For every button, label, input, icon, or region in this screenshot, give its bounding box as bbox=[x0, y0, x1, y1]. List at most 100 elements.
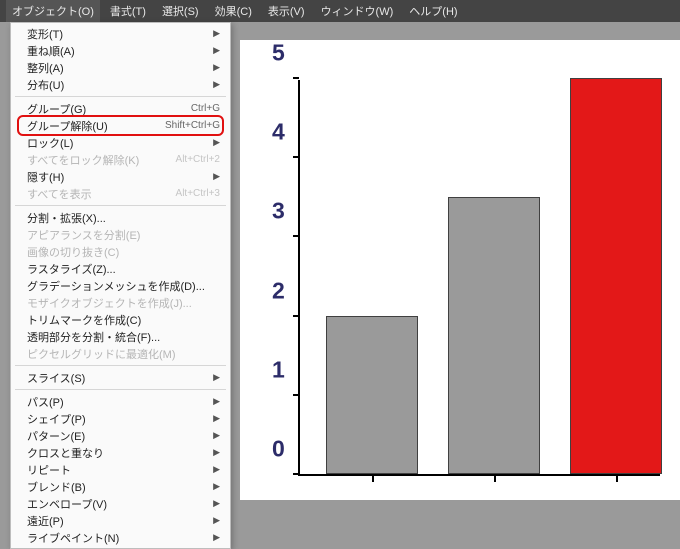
chevron-right-icon: ▶ bbox=[213, 45, 220, 56]
chevron-right-icon: ▶ bbox=[213, 447, 220, 458]
menu-item[interactable]: パターン(E) ▶ bbox=[11, 427, 230, 444]
menu-item[interactable]: 整列(A) ▶ bbox=[11, 59, 230, 76]
menu-item[interactable]: リピート ▶ bbox=[11, 461, 230, 478]
bar[interactable] bbox=[326, 316, 418, 474]
menu-item-label: 隠す(H) bbox=[27, 169, 64, 185]
menu-item-label: 遠近(P) bbox=[27, 513, 64, 529]
y-tick bbox=[293, 473, 299, 475]
menu-item-label: ライブペイント(N) bbox=[27, 530, 119, 546]
y-tick-label: 3 bbox=[272, 198, 285, 225]
menu-item-label: 分布(U) bbox=[27, 77, 64, 93]
menu-item-label: すべてを表示 bbox=[27, 186, 92, 202]
menubar-item-window[interactable]: ウィンドウ(W) bbox=[315, 0, 400, 22]
menu-item[interactable]: ラスタライズ(Z)... bbox=[11, 260, 230, 277]
y-tick-label: 4 bbox=[272, 119, 285, 146]
menu-item-label: エンベロープ(V) bbox=[27, 496, 107, 512]
menu-item-label: パターン(E) bbox=[27, 428, 85, 444]
menu-item-label: ピクセルグリッドに最適化(M) bbox=[27, 346, 176, 362]
chevron-right-icon: ▶ bbox=[213, 79, 220, 90]
menu-item-shortcut: Alt+Ctrl+2 bbox=[176, 154, 220, 165]
chevron-right-icon: ▶ bbox=[213, 28, 220, 39]
menu-item-shortcut: Ctrl+G bbox=[191, 103, 220, 114]
menu-item[interactable]: グループ解除(U) Shift+Ctrl+G bbox=[11, 117, 230, 134]
chevron-right-icon: ▶ bbox=[213, 171, 220, 182]
menu-item[interactable]: スライス(S) ▶ bbox=[11, 369, 230, 386]
menu-item-shortcut: Alt+Ctrl+3 bbox=[176, 188, 220, 199]
menu-item[interactable]: 重ね順(A) ▶ bbox=[11, 42, 230, 59]
bar[interactable] bbox=[570, 78, 662, 474]
menu-item-label: リピート bbox=[27, 462, 71, 478]
chevron-right-icon: ▶ bbox=[213, 137, 220, 148]
menu-item[interactable]: ロック(L) ▶ bbox=[11, 134, 230, 151]
object-menu-dropdown: 変形(T)▶重ね順(A)▶整列(A)▶分布(U)▶グループ(G)Ctrl+Gグル… bbox=[10, 22, 231, 549]
y-tick-label: 1 bbox=[272, 356, 285, 383]
menu-item: ピクセルグリッドに最適化(M) bbox=[11, 345, 230, 362]
menu-item[interactable]: シェイプ(P) ▶ bbox=[11, 410, 230, 427]
chevron-right-icon: ▶ bbox=[213, 532, 220, 543]
menu-item[interactable]: 透明部分を分割・統合(F)... bbox=[11, 328, 230, 345]
menu-item-label: すべてをロック解除(K) bbox=[27, 152, 139, 168]
menubar-item-view[interactable]: 表示(V) bbox=[262, 0, 311, 22]
menu-item[interactable]: パス(P)▶ bbox=[11, 393, 230, 410]
menu-item[interactable]: ブレンド(B) ▶ bbox=[11, 478, 230, 495]
menu-item-label: 変形(T) bbox=[27, 26, 63, 42]
menu-item[interactable]: ライブペイント(N) ▶ bbox=[11, 529, 230, 546]
menubar-item-select[interactable]: 選択(S) bbox=[156, 0, 205, 22]
menu-item-label: トリムマークを作成(C) bbox=[27, 312, 141, 328]
bar-chart[interactable]: 012345 bbox=[260, 80, 660, 498]
menu-item-label: 画像の切り抜き(C) bbox=[27, 244, 119, 260]
y-axis bbox=[298, 80, 300, 476]
menu-item[interactable]: エンベロープ(V)▶ bbox=[11, 495, 230, 512]
menu-item[interactable]: 隠す(H) ▶ bbox=[11, 168, 230, 185]
menu-item-label: グラデーションメッシュを作成(D)... bbox=[27, 278, 205, 294]
menu-separator bbox=[15, 365, 226, 366]
menu-item-label: 重ね順(A) bbox=[27, 43, 75, 59]
menubar: オブジェクト(O) 書式(T) 選択(S) 効果(C) 表示(V) ウィンドウ(… bbox=[0, 0, 680, 22]
y-tick-label: 5 bbox=[272, 40, 285, 67]
y-tick bbox=[293, 77, 299, 79]
menu-item: すべてをロック解除(K) Alt+Ctrl+2 bbox=[11, 151, 230, 168]
menu-item-label: グループ解除(U) bbox=[27, 118, 108, 134]
menu-item-label: ブレンド(B) bbox=[27, 479, 86, 495]
y-tick bbox=[293, 235, 299, 237]
menu-item: モザイクオブジェクトを作成(J)... bbox=[11, 294, 230, 311]
menu-item-label: 分割・拡張(X)... bbox=[27, 210, 106, 226]
chevron-right-icon: ▶ bbox=[213, 481, 220, 492]
menubar-item-effect[interactable]: 効果(C) bbox=[209, 0, 258, 22]
chevron-right-icon: ▶ bbox=[213, 372, 220, 383]
canvas-area: 012345 bbox=[240, 40, 680, 500]
chevron-right-icon: ▶ bbox=[213, 515, 220, 526]
chevron-right-icon: ▶ bbox=[213, 62, 220, 73]
x-tick bbox=[372, 474, 374, 482]
menubar-item-object[interactable]: オブジェクト(O) bbox=[6, 0, 100, 22]
menu-item-label: スライス(S) bbox=[27, 370, 85, 386]
chevron-right-icon: ▶ bbox=[213, 464, 220, 475]
menu-item[interactable]: グラデーションメッシュを作成(D)... bbox=[11, 277, 230, 294]
menu-item-label: パス(P) bbox=[27, 394, 64, 410]
x-tick bbox=[616, 474, 618, 482]
menu-item[interactable]: 変形(T) ▶ bbox=[11, 25, 230, 42]
menu-item-label: 整列(A) bbox=[27, 60, 64, 76]
chevron-right-icon: ▶ bbox=[213, 413, 220, 424]
x-tick bbox=[494, 474, 496, 482]
menubar-item-help[interactable]: ヘルプ(H) bbox=[403, 0, 463, 22]
menu-item: アピアランスを分割(E) bbox=[11, 226, 230, 243]
chevron-right-icon: ▶ bbox=[213, 430, 220, 441]
menu-item-shortcut: Shift+Ctrl+G bbox=[165, 120, 220, 131]
menu-item[interactable]: トリムマークを作成(C) bbox=[11, 311, 230, 328]
menu-item[interactable]: 分割・拡張(X)... bbox=[11, 209, 230, 226]
menu-item-label: シェイプ(P) bbox=[27, 411, 86, 427]
menu-item: 画像の切り抜き(C) bbox=[11, 243, 230, 260]
y-tick-label: 2 bbox=[272, 277, 285, 304]
menu-separator bbox=[15, 389, 226, 390]
menubar-item-type[interactable]: 書式(T) bbox=[104, 0, 152, 22]
menu-item[interactable]: クロスと重なり▶ bbox=[11, 444, 230, 461]
menu-item-label: ラスタライズ(Z)... bbox=[27, 261, 116, 277]
menu-item[interactable]: 遠近(P) ▶ bbox=[11, 512, 230, 529]
menu-item[interactable]: 分布(U) ▶ bbox=[11, 76, 230, 93]
menu-item: すべてを表示 Alt+Ctrl+3 bbox=[11, 185, 230, 202]
bar[interactable] bbox=[448, 197, 540, 474]
menu-separator bbox=[15, 96, 226, 97]
menu-item-label: ロック(L) bbox=[27, 135, 73, 151]
menu-item-label: 透明部分を分割・統合(F)... bbox=[27, 329, 160, 345]
